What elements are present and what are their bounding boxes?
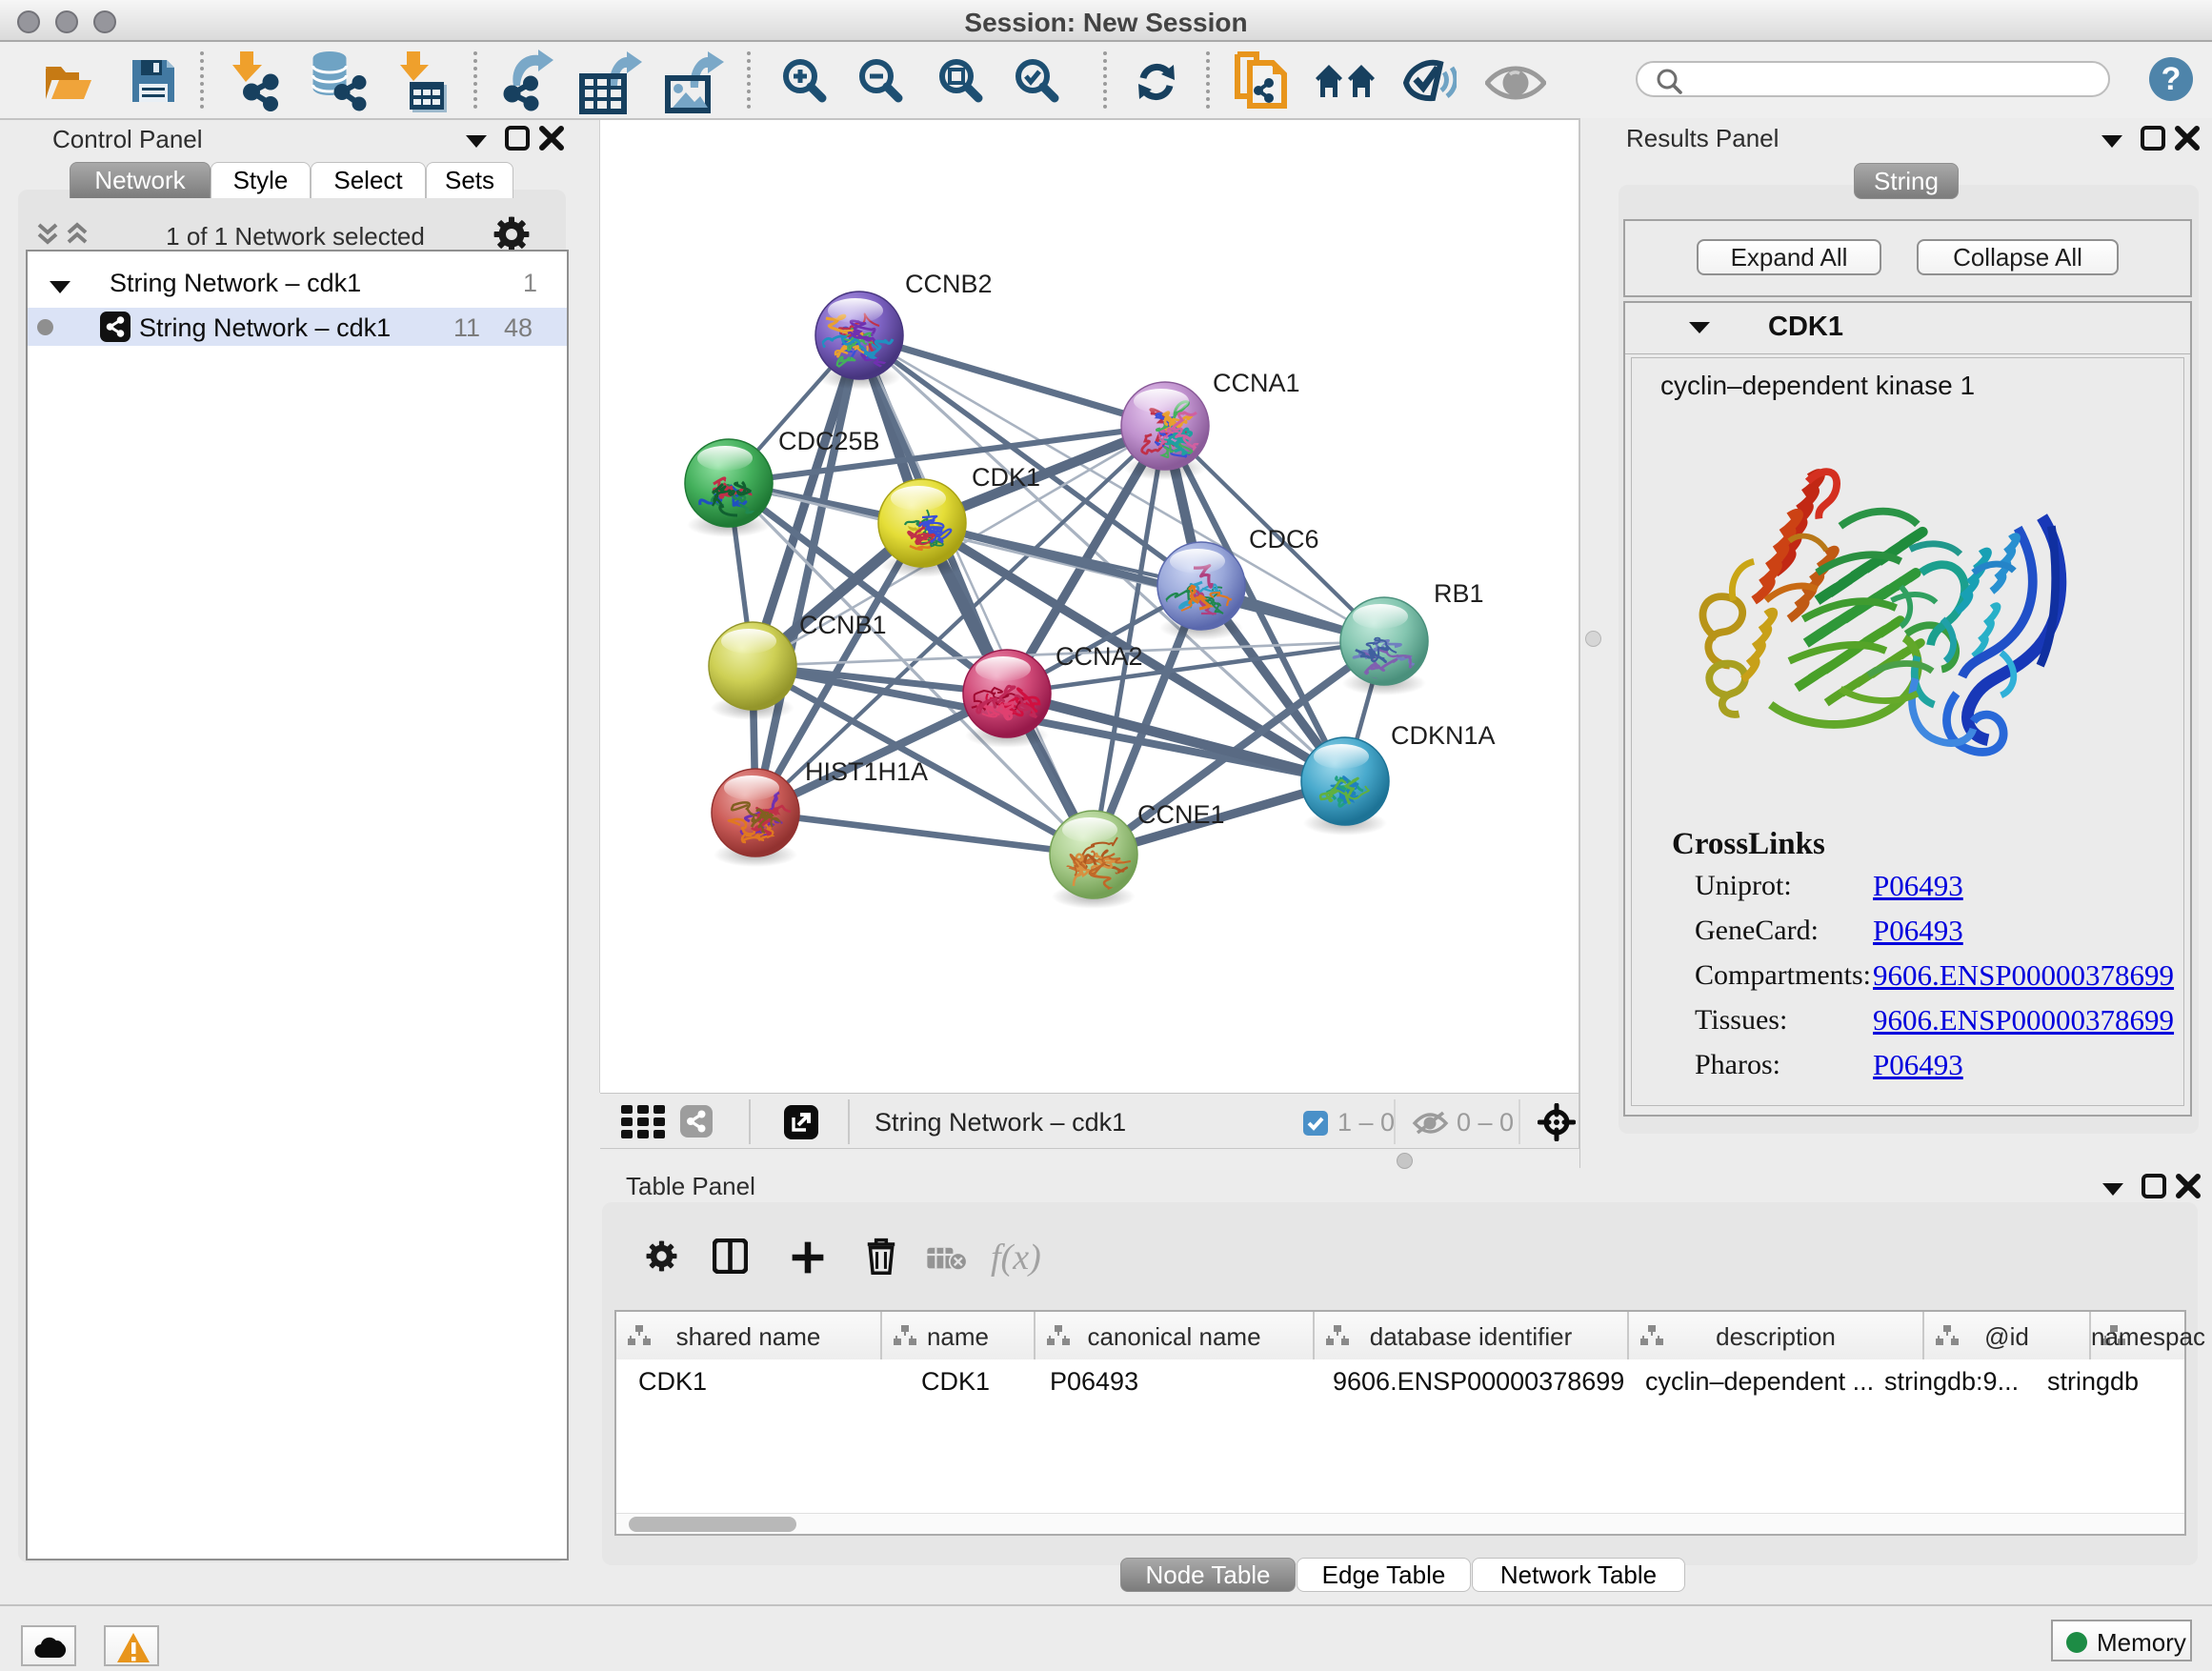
svg-text:RB1: RB1 [1434,579,1484,608]
svg-text:CDC6: CDC6 [1249,525,1319,554]
svg-text:CDKN1A: CDKN1A [1391,721,1496,750]
svg-text:CCNB2: CCNB2 [905,270,993,298]
svg-text:CCNA2: CCNA2 [1056,642,1143,671]
svg-text:CCNE1: CCNE1 [1137,800,1225,829]
svg-text:CCNA1: CCNA1 [1213,369,1300,397]
svg-text:CCNB1: CCNB1 [799,611,887,639]
svg-text:CDC25B: CDC25B [778,427,880,455]
svg-text:HIST1H1A: HIST1H1A [805,757,928,786]
svg-text:CDK1: CDK1 [972,463,1040,492]
